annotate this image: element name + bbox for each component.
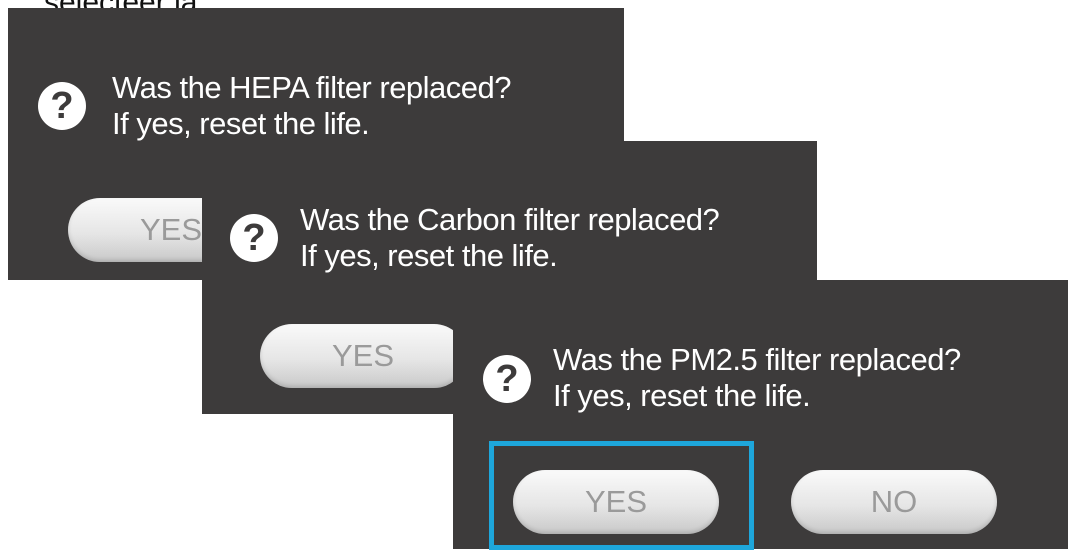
yes-button[interactable]: YES — [260, 324, 466, 388]
question-icon: ? — [483, 355, 531, 403]
yes-button-selection-highlight — [489, 441, 754, 550]
message-line-1: Was the PM2.5 filter replaced? — [553, 342, 961, 377]
message-line-2: If yes, reset the life. — [300, 238, 558, 273]
message-line-1: Was the Carbon filter replaced? — [300, 202, 720, 237]
message-line-2: If yes, reset the life. — [112, 106, 370, 141]
no-button[interactable]: NO — [791, 470, 997, 534]
message-line-1: Was the HEPA filter replaced? — [112, 70, 512, 105]
question-icon: ? — [230, 214, 278, 262]
pm25-filter-dialog: ? Was the PM2.5 filter replaced? If yes,… — [453, 280, 1068, 550]
dialog-message: Was the PM2.5 filter replaced? If yes, r… — [553, 342, 961, 414]
message-line-2: If yes, reset the life. — [553, 378, 811, 413]
dialog-message: Was the HEPA filter replaced? If yes, re… — [112, 70, 512, 142]
question-icon: ? — [38, 82, 86, 130]
dialog-message: Was the Carbon filter replaced? If yes, … — [300, 202, 720, 274]
